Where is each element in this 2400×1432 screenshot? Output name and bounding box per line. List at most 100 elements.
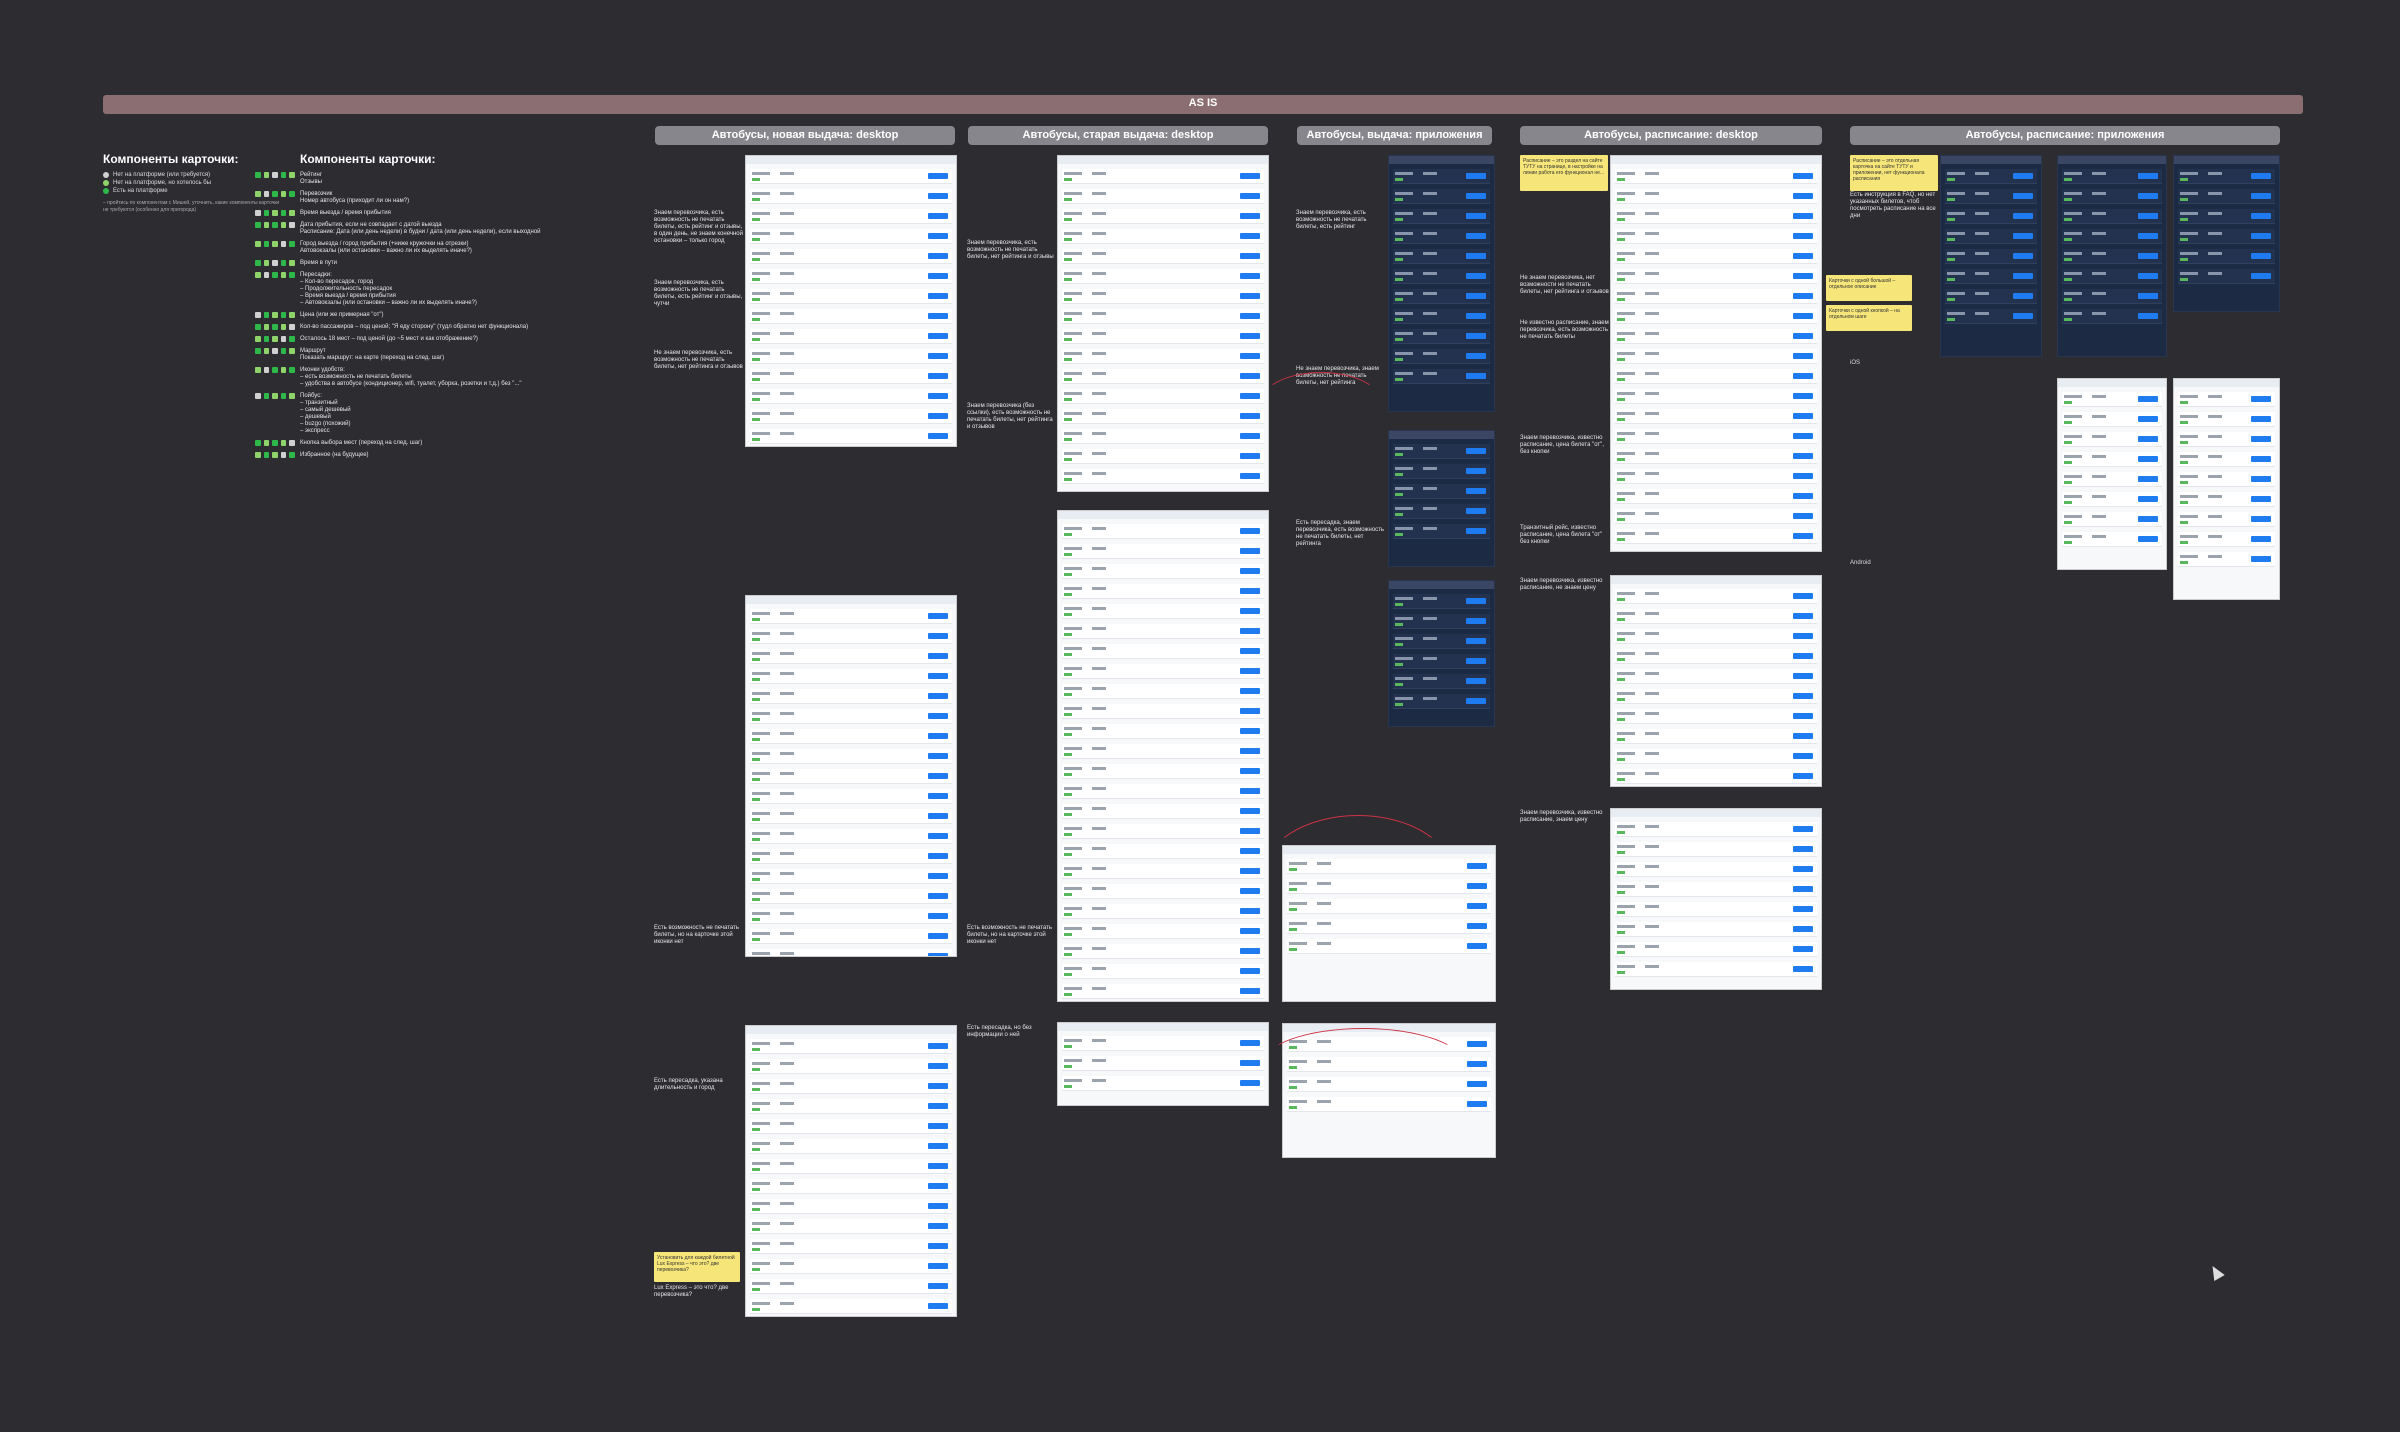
buy-button[interactable] <box>928 1283 948 1289</box>
buy-button[interactable] <box>928 393 948 399</box>
buy-button[interactable] <box>2013 253 2033 259</box>
buy-button[interactable] <box>928 333 948 339</box>
buy-button[interactable] <box>1793 373 1813 379</box>
buy-button[interactable] <box>1793 213 1813 219</box>
buy-button[interactable] <box>2251 496 2271 502</box>
buy-button[interactable] <box>928 313 948 319</box>
buy-button[interactable] <box>1793 453 1813 459</box>
buy-button[interactable] <box>2251 516 2271 522</box>
buy-button[interactable] <box>2013 233 2033 239</box>
buy-button[interactable] <box>1240 473 1260 479</box>
buy-button[interactable] <box>928 933 948 939</box>
buy-button[interactable] <box>2138 213 2158 219</box>
buy-button[interactable] <box>1467 1081 1487 1087</box>
buy-button[interactable] <box>1793 713 1813 719</box>
buy-button[interactable] <box>928 1123 948 1129</box>
buy-button[interactable] <box>1793 673 1813 679</box>
buy-button[interactable] <box>1466 508 1486 514</box>
buy-button[interactable] <box>928 733 948 739</box>
buy-button[interactable] <box>1467 1041 1487 1047</box>
buy-button[interactable] <box>928 773 948 779</box>
buy-button[interactable] <box>1793 253 1813 259</box>
buy-button[interactable] <box>2013 273 2033 279</box>
buy-button[interactable] <box>1467 923 1487 929</box>
buy-button[interactable] <box>1466 293 1486 299</box>
buy-button[interactable] <box>928 713 948 719</box>
buy-button[interactable] <box>2138 536 2158 542</box>
buy-button[interactable] <box>928 193 948 199</box>
buy-button[interactable] <box>1466 373 1486 379</box>
buy-button[interactable] <box>1793 533 1813 539</box>
buy-button[interactable] <box>928 1263 948 1269</box>
buy-button[interactable] <box>2251 173 2271 179</box>
buy-button[interactable] <box>1466 618 1486 624</box>
buy-button[interactable] <box>1793 173 1813 179</box>
buy-button[interactable] <box>1793 613 1813 619</box>
buy-button[interactable] <box>1793 773 1813 779</box>
buy-button[interactable] <box>1793 433 1813 439</box>
buy-button[interactable] <box>928 273 948 279</box>
buy-button[interactable] <box>1793 273 1813 279</box>
buy-button[interactable] <box>928 793 948 799</box>
buy-button[interactable] <box>1466 193 1486 199</box>
buy-button[interactable] <box>2138 273 2158 279</box>
buy-button[interactable] <box>928 833 948 839</box>
buy-button[interactable] <box>1240 848 1260 854</box>
buy-button[interactable] <box>1240 708 1260 714</box>
buy-button[interactable] <box>2251 456 2271 462</box>
buy-button[interactable] <box>1466 468 1486 474</box>
buy-button[interactable] <box>1467 943 1487 949</box>
buy-button[interactable] <box>2138 436 2158 442</box>
buy-button[interactable] <box>1793 493 1813 499</box>
buy-button[interactable] <box>1467 863 1487 869</box>
buy-button[interactable] <box>2013 313 2033 319</box>
buy-button[interactable] <box>1793 413 1813 419</box>
buy-button[interactable] <box>1240 688 1260 694</box>
buy-button[interactable] <box>928 953 948 956</box>
buy-button[interactable] <box>2138 476 2158 482</box>
buy-button[interactable] <box>1793 593 1813 599</box>
buy-button[interactable] <box>928 1183 948 1189</box>
buy-button[interactable] <box>1466 333 1486 339</box>
buy-button[interactable] <box>1240 648 1260 654</box>
buy-button[interactable] <box>928 753 948 759</box>
buy-button[interactable] <box>1466 233 1486 239</box>
buy-button[interactable] <box>1793 293 1813 299</box>
buy-button[interactable] <box>2251 253 2271 259</box>
buy-button[interactable] <box>2138 253 2158 259</box>
buy-button[interactable] <box>928 893 948 899</box>
buy-button[interactable] <box>2138 516 2158 522</box>
buy-button[interactable] <box>1466 598 1486 604</box>
buy-button[interactable] <box>2251 193 2271 199</box>
buy-button[interactable] <box>928 1223 948 1229</box>
buy-button[interactable] <box>1240 928 1260 934</box>
buy-button[interactable] <box>2138 313 2158 319</box>
buy-button[interactable] <box>1466 313 1486 319</box>
buy-button[interactable] <box>1240 1040 1260 1046</box>
buy-button[interactable] <box>928 1103 948 1109</box>
buy-button[interactable] <box>1240 233 1260 239</box>
buy-button[interactable] <box>928 1203 948 1209</box>
buy-button[interactable] <box>1240 948 1260 954</box>
buy-button[interactable] <box>1793 926 1813 932</box>
buy-button[interactable] <box>2251 233 2271 239</box>
buy-button[interactable] <box>2013 193 2033 199</box>
buy-button[interactable] <box>2013 213 2033 219</box>
buy-button[interactable] <box>1793 946 1813 952</box>
buy-button[interactable] <box>1466 273 1486 279</box>
buy-button[interactable] <box>2251 273 2271 279</box>
buy-button[interactable] <box>2251 556 2271 562</box>
buy-button[interactable] <box>1240 908 1260 914</box>
buy-button[interactable] <box>1240 353 1260 359</box>
buy-button[interactable] <box>928 613 948 619</box>
buy-button[interactable] <box>1240 173 1260 179</box>
buy-button[interactable] <box>2013 293 2033 299</box>
buy-button[interactable] <box>928 413 948 419</box>
buy-button[interactable] <box>2138 233 2158 239</box>
buy-button[interactable] <box>928 1243 948 1249</box>
buy-button[interactable] <box>1240 193 1260 199</box>
buy-button[interactable] <box>1793 313 1813 319</box>
buy-button[interactable] <box>1240 393 1260 399</box>
buy-button[interactable] <box>2013 173 2033 179</box>
buy-button[interactable] <box>928 213 948 219</box>
